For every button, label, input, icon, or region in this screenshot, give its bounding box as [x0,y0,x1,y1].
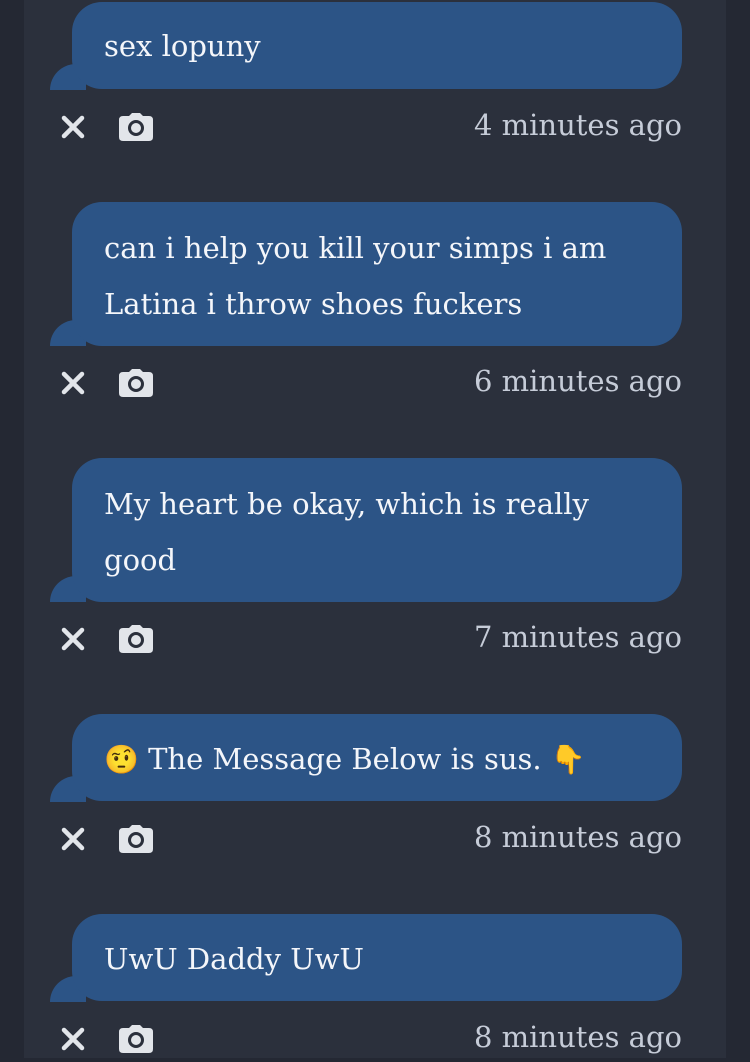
message-bubble: sex lopuny [72,2,682,89]
message-text: sex lopuny [104,29,261,63]
message-actions: 7 minutes ago [60,620,682,662]
message-bubble: can i help you kill your simps i am Lati… [72,202,682,346]
close-icon[interactable] [60,370,86,396]
close-icon[interactable] [60,114,86,140]
message-actions: 8 minutes ago [60,820,682,862]
close-icon[interactable] [60,1026,86,1052]
camera-icon[interactable] [119,1025,153,1053]
pointing-down-emoji: 👇 [550,743,586,776]
message-text: My heart be okay, which is really good [104,487,589,577]
message-bubble: UwU Daddy UwU [72,914,682,1001]
message-text: 🤨 The Message Below is sus. 👇 [104,731,650,788]
message-timestamp: 8 minutes ago [473,820,682,854]
close-icon[interactable] [60,826,86,852]
message-actions: 4 minutes ago [60,108,682,150]
message-timestamp: 7 minutes ago [473,620,682,654]
camera-icon[interactable] [119,625,153,653]
message-text-body: The Message Below is sus. [148,742,542,776]
close-icon[interactable] [60,626,86,652]
message-timestamp: 8 minutes ago [473,1020,682,1054]
camera-icon[interactable] [119,825,153,853]
message-text: UwU Daddy UwU [104,942,364,976]
message-timestamp: 4 minutes ago [473,108,682,142]
message-actions: 6 minutes ago [60,364,682,406]
message-bubble: My heart be okay, which is really good [72,458,682,602]
message-timestamp: 6 minutes ago [473,364,682,398]
message-text: can i help you kill your simps i am Lati… [104,231,607,321]
message-actions: 8 minutes ago [60,1020,682,1062]
camera-icon[interactable] [119,369,153,397]
camera-icon[interactable] [119,113,153,141]
message-bubble: 🤨 The Message Below is sus. 👇 [72,714,682,801]
message-feed: sex lopuny 4 minutes ago can i help you … [24,0,726,1058]
raised-eyebrow-emoji: 🤨 [104,743,139,776]
